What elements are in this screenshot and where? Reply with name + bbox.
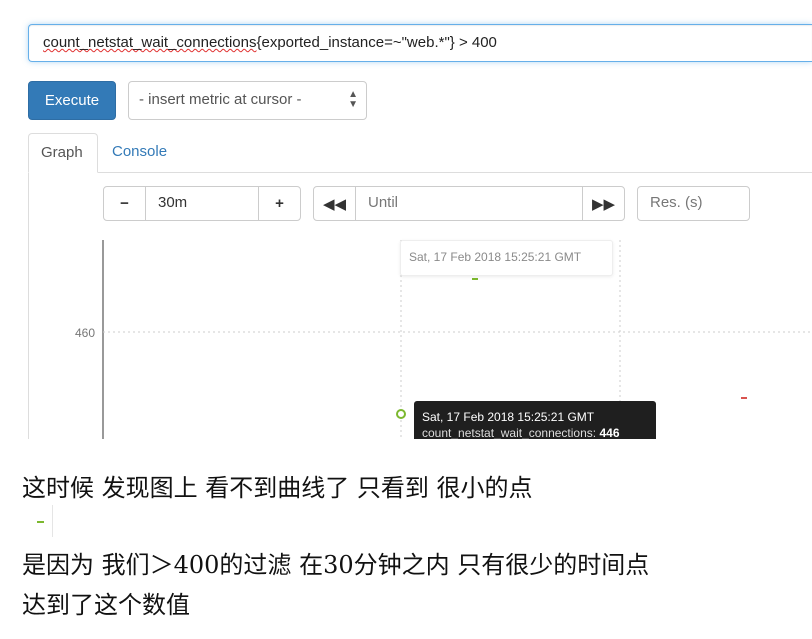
note-line-2: 是因为 我们＞400的过滤 在30分钟之内 只有很少的时间点	[22, 551, 650, 579]
tooltip-value: 446	[599, 426, 620, 439]
range-decrease-button[interactable]: −	[103, 186, 146, 221]
tab-graph[interactable]: Graph	[28, 133, 98, 173]
tooltip-metric: count_netstat_wait_connections:	[422, 426, 597, 439]
tooltip-metric-row: count_netstat_wait_connections: 446	[422, 425, 648, 439]
note-line-1: 这时候 发现图上 看不到曲线了 只看到 很小的点	[22, 474, 533, 502]
query-rest-text: {exported_instance=~"web.*"} > 400	[256, 34, 497, 51]
range-input[interactable]: 30m	[145, 186, 259, 221]
mini-grid-line	[52, 505, 53, 537]
hover-time-label: Sat, 17 Feb 2018 15:25:21 GMT	[400, 240, 613, 276]
hover-tooltip: Sat, 17 Feb 2018 15:25:21 GMT count_nets…	[414, 401, 656, 439]
metric-name-text: count_netstat_wait_connections	[43, 34, 257, 51]
y-tick-label-460: 460	[75, 326, 95, 340]
resolution-input[interactable]: Res. (s)	[637, 186, 750, 221]
panel-border	[28, 173, 29, 439]
note-line-3: 达到了这个数值	[22, 591, 190, 619]
tooltip-time: Sat, 17 Feb 2018 15:25:21 GMT	[422, 410, 595, 424]
insert-metric-select-value: - insert metric at cursor -	[139, 91, 302, 108]
select-arrows-icon: ▲ ▼	[348, 89, 358, 110]
until-input[interactable]: Until	[355, 186, 583, 221]
tab-bar: Graph Console	[28, 133, 812, 173]
execute-button[interactable]: Execute	[28, 81, 116, 120]
double-left-arrow-icon: ◀◀	[322, 195, 347, 213]
time-back-button[interactable]: ◀◀	[313, 186, 356, 221]
time-forward-button[interactable]: ▶▶	[582, 186, 625, 221]
insert-metric-select[interactable]: - insert metric at cursor - ▲ ▼	[128, 81, 367, 120]
tab-console[interactable]: Console	[100, 133, 179, 173]
double-right-arrow-icon: ▶▶	[591, 195, 616, 213]
expression-input[interactable]: count_netstat_wait_connections{exported_…	[28, 24, 812, 62]
mini-green-point	[37, 521, 44, 523]
range-increase-button[interactable]: +	[258, 186, 301, 221]
data-point-green-hover	[396, 409, 406, 419]
